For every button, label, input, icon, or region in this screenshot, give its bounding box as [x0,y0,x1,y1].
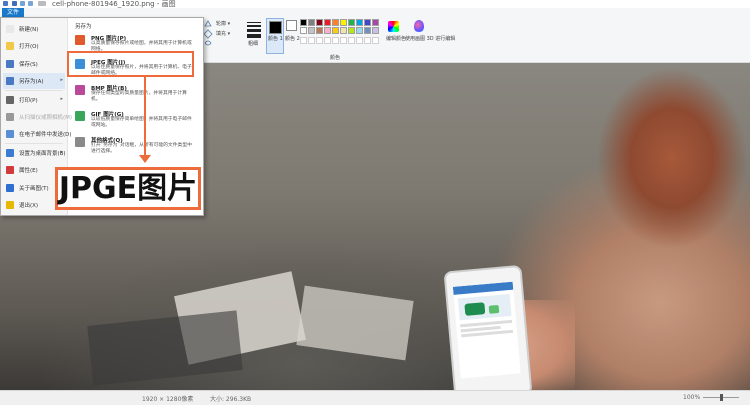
palette-swatch[interactable] [364,27,371,34]
palette-swatch[interactable] [332,27,339,34]
paint3d-label[interactable]: 使用画图 3D 进行编辑 [405,36,455,42]
menu-item-icon [6,96,14,104]
saveas-option[interactable]: BMP 图片(B) 保存任何类型的高质量图片，并将其用于计算机。 [71,82,199,106]
color2-label: 颜色 2 [285,36,300,42]
saveas-option-description: 保存任何类型的高质量图片，并将其用于计算机。 [91,91,187,102]
redo-icon[interactable] [28,1,33,6]
edit-colors-icon[interactable] [388,21,399,32]
menu-item-icon [6,130,14,138]
zoom-slider-thumb[interactable] [720,394,723,401]
saveas-option-description: 以较低质量保存简单绘图，并将其用于电子邮件或网站。 [91,117,192,128]
palette-swatch[interactable] [364,19,371,26]
app-icon [3,1,8,6]
menu-item-label: 新建(N) [19,27,39,33]
color1-label: 颜色 1 [268,36,283,42]
menu-separator [5,90,63,91]
menu-item-icon [6,166,14,174]
fill-dropdown[interactable]: 填充 ▾ [216,30,230,37]
customize-toolbar-icon[interactable] [38,1,46,6]
palette-swatch[interactable] [300,19,307,26]
size-icon[interactable] [247,22,261,38]
file-format-icon [75,111,85,121]
menu-item-label: 保存(S) [19,62,38,68]
color2-button[interactable] [286,20,297,31]
menu-item-label: 打开(O) [19,44,39,50]
outline-dropdown[interactable]: 轮廓 ▾ [216,20,230,27]
phone-photo [443,264,533,402]
menu-item-label: 设置为桌面背景(B) [19,151,66,157]
palette-swatch[interactable] [356,27,363,34]
file-menu-item[interactable]: 另存为(A) ▸ [3,73,65,89]
scattered-papers [296,285,414,361]
table-shadow [87,310,243,386]
saveas-heading: 另存为 [75,24,92,30]
annotation-arrow-line [144,77,146,157]
saveas-option[interactable]: GIF 图片(G) 以较低质量保存简单绘图，并将其用于电子邮件或网站。 [71,108,199,132]
menu-item-icon [6,184,14,192]
palette-swatch[interactable] [308,19,315,26]
palette-swatch[interactable] [316,19,323,26]
image-dimensions: 1920 × 1280像素 [142,396,194,403]
colors-group-label: 颜色 [330,55,341,61]
menu-item-icon [6,201,14,209]
file-menu-item[interactable]: 打开(O) [3,38,65,54]
submenu-arrow-icon: ▸ [60,96,63,102]
palette-swatch[interactable] [300,27,307,34]
undo-icon[interactable] [20,1,25,6]
menu-item-label: 从扫描仪或照相机(M) [19,115,73,121]
menu-item-label: 属性(E) [19,168,38,174]
saveas-option-description: 打开“另存为”对话框，从所有可能的文件类型中进行选择。 [91,143,192,154]
palette-swatch[interactable] [372,19,379,26]
color-palette [300,19,382,37]
menu-item-icon [6,77,14,85]
file-format-icon [75,35,85,45]
jpeg-highlight-box [67,51,194,77]
menu-item-icon [6,25,14,33]
file-menu-item[interactable]: 打印(P) ▸ [3,92,65,108]
file-tab[interactable]: 文件 [2,8,24,17]
annotation-arrow-head [139,155,151,163]
submenu-arrow-icon: ▸ [60,149,63,155]
menu-item-label: 在电子邮件中发送(D) [19,132,72,138]
submenu-arrow-icon: ▸ [60,77,63,83]
status-bar: 1920 × 1280像素 大小: 296.3KB 100% [0,390,750,405]
edit-colors-label: 编辑颜色 [386,36,407,42]
palette-swatch[interactable] [316,27,323,34]
phone-screen [452,281,521,379]
palette-swatch[interactable] [356,19,363,26]
menu-item-label: 打印(P) [19,98,38,104]
menu-item-label: 另存为(A) [19,79,44,85]
size-label: 粗细 [248,41,259,47]
palette-swatch[interactable] [308,27,315,34]
file-menu-item[interactable]: 在电子邮件中发送(D) [3,126,72,142]
file-menu-item[interactable]: 设置为桌面背景(B) ▸ [3,145,66,161]
palette-swatch[interactable] [340,19,347,26]
menu-separator [5,143,63,144]
file-menu-item[interactable]: 新建(N) [3,21,65,37]
menu-item-label: 退出(X) [19,203,39,209]
file-format-icon [75,137,85,147]
image-size: 大小: 296.3KB [210,396,252,403]
save-quick-icon[interactable] [12,1,17,6]
file-menu-item[interactable]: 从扫描仪或照相机(M) [3,109,72,125]
menu-item-icon [6,42,14,50]
zoom-level: 100% [683,394,701,401]
menu-item-icon [6,113,14,121]
custom-color-row [300,37,382,46]
palette-swatch[interactable] [340,27,347,34]
paint3d-icon[interactable] [414,20,424,32]
palette-swatch[interactable] [348,19,355,26]
palette-swatch[interactable] [324,19,331,26]
palette-swatch[interactable] [348,27,355,34]
menu-item-icon [6,149,14,157]
file-menu-item[interactable]: 保存(S) [3,56,65,72]
palette-swatch[interactable] [332,19,339,26]
jpeg-callout: JPGE图片 [55,167,201,210]
palette-swatch[interactable] [372,27,379,34]
file-format-icon [75,85,85,95]
menu-item-label: 关于画图(T) [19,186,49,192]
palette-swatch[interactable] [324,27,331,34]
menu-item-icon [6,60,14,68]
saveas-option[interactable]: 其他格式(O) 打开“另存为”对话框，从所有可能的文件类型中进行选择。 [71,134,199,158]
